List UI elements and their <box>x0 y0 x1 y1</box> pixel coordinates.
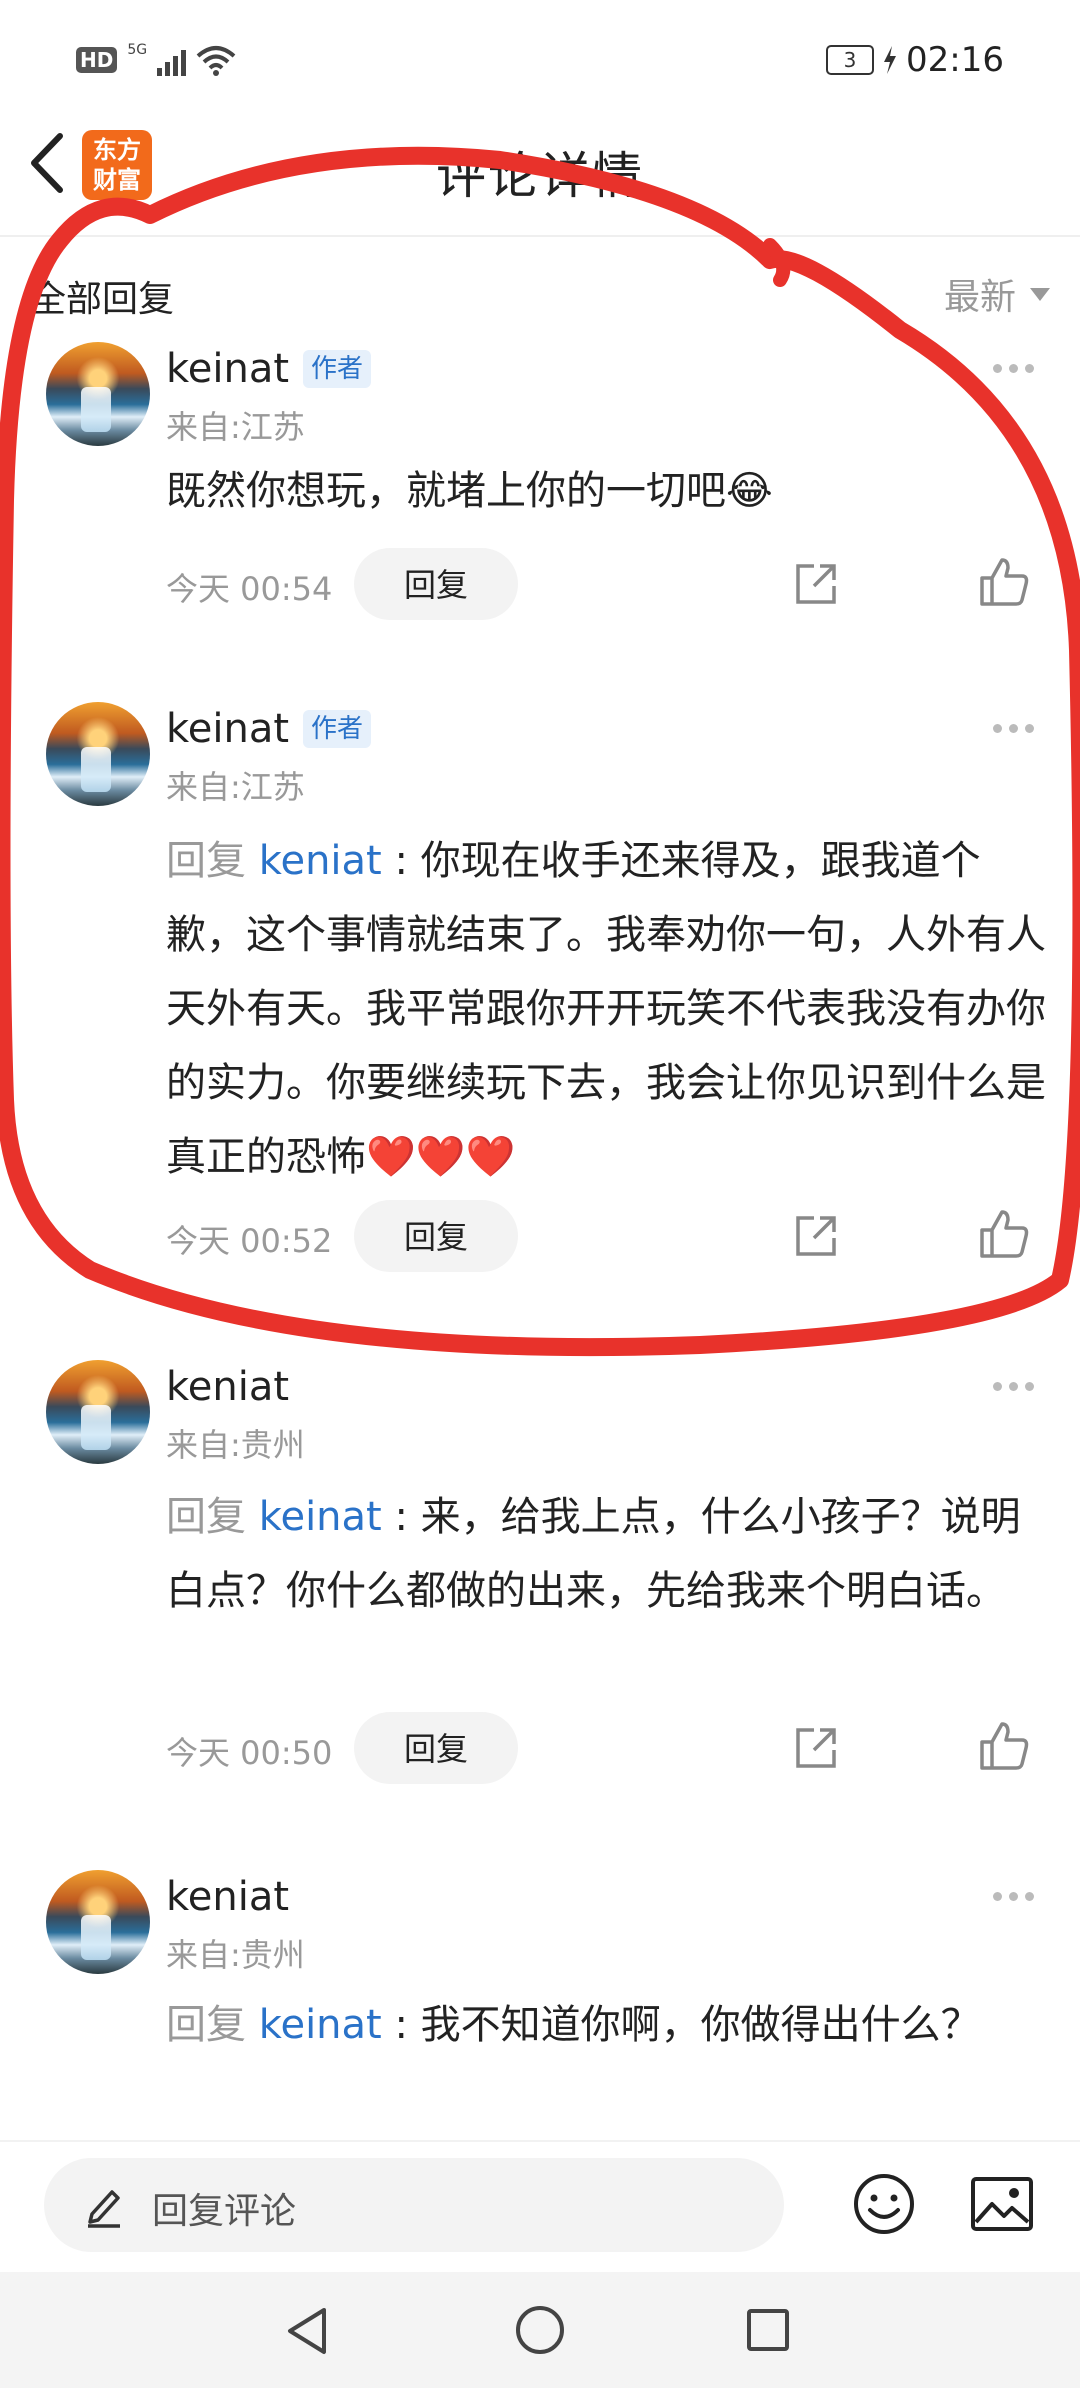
all-replies-heading: 全部回复 <box>30 279 175 320</box>
reply-prefix: 回复 <box>166 1494 259 1540</box>
share-icon[interactable] <box>792 1212 840 1260</box>
page-title: 评论详情 <box>436 147 644 205</box>
comment-body: 既然你想玩，就堵上你的一切吧😂 <box>166 468 773 514</box>
reply-button[interactable]: 回复 <box>354 548 518 620</box>
battery-icon: 3 <box>826 45 875 75</box>
network-type: 5G <box>127 42 148 58</box>
emoji-icon[interactable] <box>852 2172 916 2236</box>
header-divider <box>0 235 1080 237</box>
system-nav-bar <box>0 2272 1080 2388</box>
comment-body: : 我不知道你啊，你做得出什么？ <box>381 2002 981 2048</box>
comment-text: 回复 keinat : 我不知道你啊，你做得出什么？ <box>166 1988 1046 2062</box>
mention-link[interactable]: keinat <box>259 1494 382 1540</box>
username[interactable]: keniat <box>166 1874 289 1920</box>
comment-text: 既然你想玩，就堵上你的一切吧😂 <box>166 454 1046 528</box>
sort-label: 最新 <box>943 277 1016 318</box>
more-options-icon[interactable] <box>993 1892 1034 1901</box>
clock: 02:16 <box>906 40 1004 80</box>
name-row: keniat <box>166 1364 289 1410</box>
avatar[interactable] <box>46 702 150 806</box>
reply-button[interactable]: 回复 <box>354 1200 518 1272</box>
reply-prefix: 回复 <box>166 838 259 884</box>
reply-input[interactable]: 回复评论 <box>44 2158 784 2252</box>
hd-icon: HD <box>76 47 118 73</box>
name-row: keniat <box>166 1874 289 1920</box>
pencil-icon <box>88 2190 120 2228</box>
reply-input-bar: 回复评论 <box>0 2140 1080 2272</box>
sort-dropdown[interactable]: 最新 <box>944 268 1050 320</box>
name-row: keinat 作者 <box>166 346 372 392</box>
nav-recents-icon[interactable] <box>744 2306 792 2354</box>
app-header: 东方财富 评论详情 <box>0 100 1080 235</box>
timestamp: 今天 00:54 <box>166 570 333 608</box>
status-icons-left: HD 5G <box>76 42 236 76</box>
thumbs-up-icon[interactable] <box>978 556 1030 608</box>
username[interactable]: keinat <box>166 706 289 752</box>
share-icon[interactable] <box>792 1724 840 1772</box>
thumbs-up-icon[interactable] <box>978 1720 1030 1772</box>
author-badge: 作者 <box>303 710 372 748</box>
author-badge: 作者 <box>303 350 372 388</box>
comment-item: keinat 作者 来自:江苏 回复 keniat : 你现在收手还来得及，跟我… <box>0 702 1080 1272</box>
username[interactable]: keniat <box>166 1364 289 1410</box>
comment-text: 回复 keniat : 你现在收手还来得及，跟我道个歉，这个事情就结束了。我奉劝… <box>166 824 1046 1194</box>
location: 来自:江苏 <box>166 408 305 446</box>
action-row: 今天 00:52 回复 <box>0 1200 1080 1272</box>
nav-home-icon[interactable] <box>514 2304 566 2356</box>
comment-item: keinat 作者 来自:江苏 既然你想玩，就堵上你的一切吧😂 今天 00:54… <box>0 342 1080 642</box>
signal-icon <box>157 44 187 76</box>
username[interactable]: keinat <box>166 346 289 392</box>
action-row: 今天 00:54 回复 <box>0 548 1080 620</box>
caret-down-icon <box>1030 287 1050 301</box>
mention-link[interactable]: keinat <box>259 2002 382 2048</box>
avatar[interactable] <box>46 1870 150 1974</box>
reply-prefix: 回复 <box>166 2002 259 2048</box>
image-icon[interactable] <box>970 2176 1034 2232</box>
nav-back-icon[interactable] <box>282 2304 332 2358</box>
reply-placeholder: 回复评论 <box>152 2191 297 2232</box>
more-options-icon[interactable] <box>993 724 1034 733</box>
location: 来自:贵州 <box>166 1426 305 1464</box>
status-icons-right: 3 02:16 <box>826 40 1004 80</box>
location: 来自:江苏 <box>166 768 305 806</box>
charging-icon <box>884 46 897 74</box>
avatar[interactable] <box>46 1360 150 1464</box>
action-row: 今天 00:50 回复 <box>0 1712 1080 1784</box>
wifi-icon <box>196 46 236 76</box>
share-icon[interactable] <box>792 560 840 608</box>
more-options-icon[interactable] <box>993 1382 1034 1391</box>
thumbs-up-icon[interactable] <box>978 1208 1030 1260</box>
more-options-icon[interactable] <box>993 364 1034 373</box>
comment-text: 回复 keinat : 来，给我上点，什么小孩子？说明白点？你什么都做的出来，先… <box>166 1480 1046 1628</box>
comment-body: : 你现在收手还来得及，跟我道个歉，这个事情就结束了。我奉劝你一句，人外有人 天… <box>166 838 1046 1180</box>
timestamp: 今天 00:52 <box>166 1222 333 1260</box>
comment-item: keniat 来自:贵州 回复 keinat : 来，给我上点，什么小孩子？说明… <box>0 1360 1080 1784</box>
name-row: keinat 作者 <box>166 706 372 752</box>
mention-link[interactable]: keniat <box>259 838 382 884</box>
location: 来自:贵州 <box>166 1936 305 1974</box>
comment-item: keniat 来自:贵州 回复 keinat : 我不知道你啊，你做得出什么？ <box>0 1870 1080 2140</box>
timestamp: 今天 00:50 <box>166 1734 333 1772</box>
avatar[interactable] <box>46 342 150 446</box>
reply-button[interactable]: 回复 <box>354 1712 518 1784</box>
